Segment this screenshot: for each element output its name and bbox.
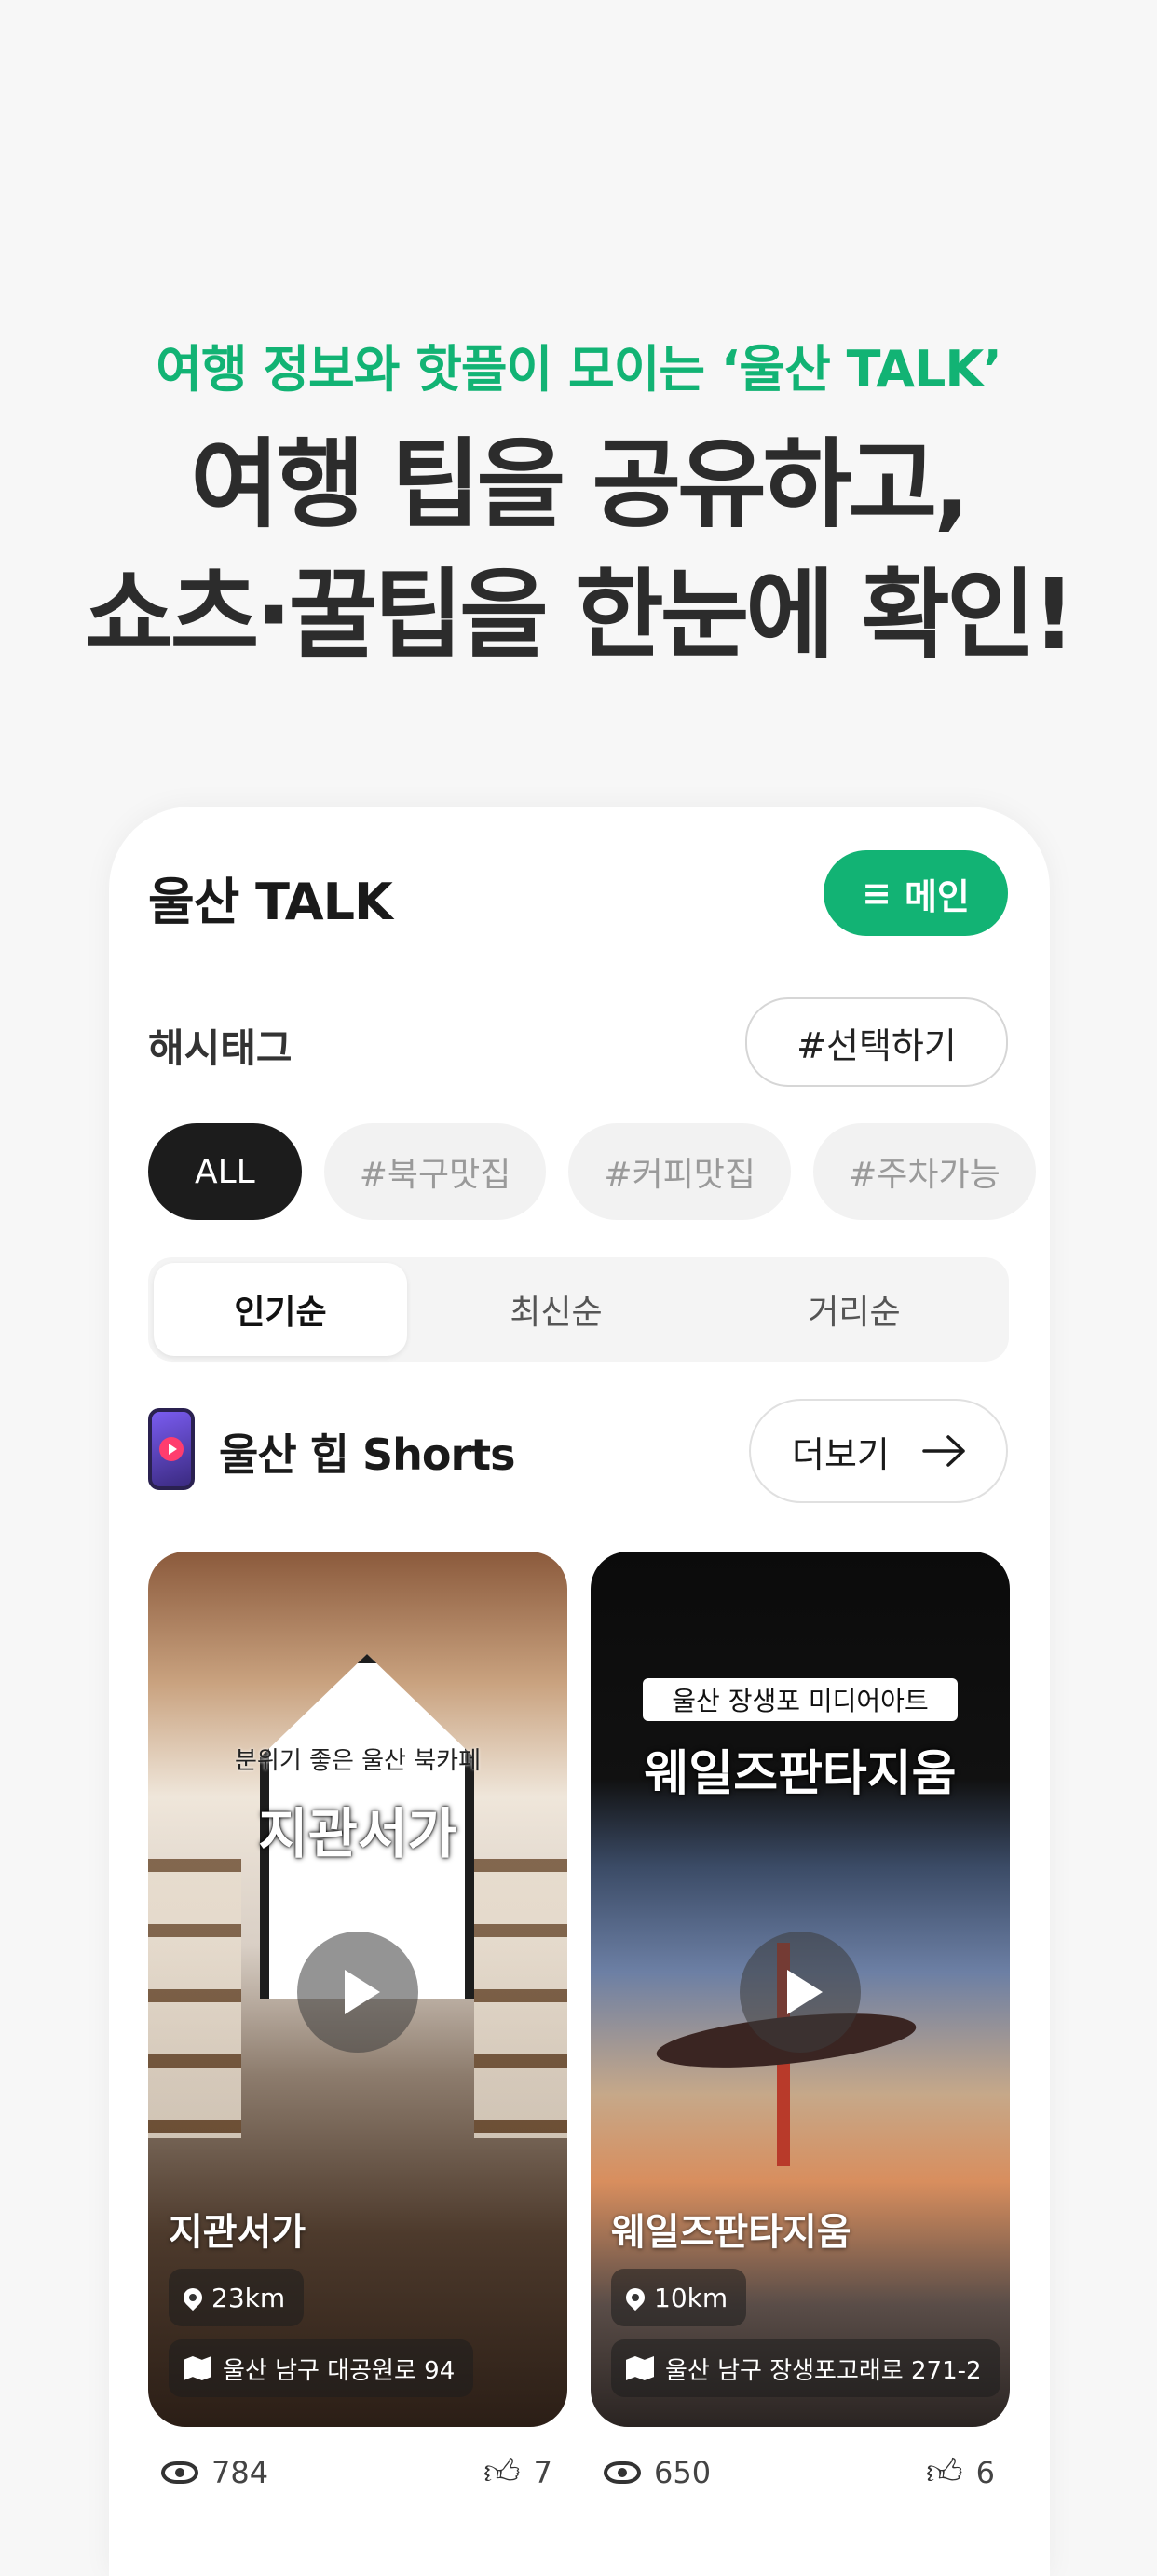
hashtag-chip[interactable]: #북구맛집 [323, 1123, 547, 1220]
thumbnail-bookshelf [474, 1859, 567, 2138]
eye-icon [604, 2461, 641, 2484]
hashtag-chip-all[interactable]: ALL [148, 1123, 302, 1220]
address-value: 울산 남구 대공원로 94 [223, 2356, 456, 2385]
views-count: 650 [654, 2455, 712, 2490]
promo-subheading: 여행 정보와 핫플이 모이는 ‘울산 TALK’ [156, 340, 1002, 399]
thumbnail-caption-small: 분위기 좋은 울산 북카페 [235, 1747, 481, 1775]
views-stat: 650 [604, 2455, 711, 2490]
promo-headline-line-1: 여행 팁을 공유하고, [190, 427, 970, 541]
promo-headline-line-2: 쇼츠·꿀팁을 한눈에 확인! [84, 558, 1076, 671]
like-count: 7 [533, 2455, 552, 2490]
thumbnail-caption-title: 지관서가 [258, 1802, 457, 1865]
sort-tabs: 인기순 최신순 거리순 [148, 1257, 1009, 1362]
thumbnail-caption-title: 웨일즈판타지움 [644, 1746, 957, 1802]
like-stat[interactable]: 👍︎ 6 [926, 2451, 995, 2494]
like-count: 6 [975, 2455, 995, 2490]
distance-badge: 23km [169, 2269, 305, 2326]
address-value: 울산 남구 장생포고래로 271-2 [665, 2356, 982, 2385]
hashtag-chip[interactable]: #커피맛집 [568, 1123, 792, 1220]
app-screen: 울산 TALK ≡ 메인 해시태그 #선택하기 ALL #북구맛집 #커피맛집 … [109, 807, 1050, 2576]
like-stat[interactable]: 👍︎ 7 [483, 2451, 552, 2494]
location-pin-icon [179, 2284, 207, 2312]
address-badge: 울산 남구 장생포고래로 271-2 [611, 2339, 1000, 2397]
shorts-section-title: 울산 힙 Shorts [219, 1430, 516, 1480]
tab-distance[interactable]: 거리순 [705, 1263, 1003, 1356]
hashtag-section-label: 해시태그 [148, 1025, 293, 1071]
map-icon [626, 2356, 654, 2380]
shorts-card[interactable]: 분위기 좋은 울산 북카페 지관서가 지관서가 23km 울산 남구 대공원로 … [148, 1552, 567, 2427]
more-label: 더보기 [792, 1433, 890, 1475]
views-count: 784 [211, 2455, 269, 2490]
play-icon[interactable] [297, 1932, 418, 2053]
map-icon [184, 2356, 211, 2380]
location-pin-icon [621, 2284, 649, 2312]
address-badge: 울산 남구 대공원로 94 [169, 2339, 474, 2397]
app-title: 울산 TALK [148, 873, 393, 931]
hamburger-icon: ≡ [862, 873, 892, 914]
hashtag-chip-list: ALL #북구맛집 #커피맛집 #주차가능 #울 [148, 1123, 1050, 1220]
main-menu-button[interactable]: ≡ 메인 [824, 850, 1008, 936]
distance-value: 10km [654, 2282, 728, 2313]
shorts-card[interactable]: 울산 장생포 미디어아트 웨일즈판타지움 웨일즈판타지움 10km 울산 남구 … [591, 1552, 1010, 2427]
main-menu-label: 메인 [904, 875, 970, 917]
promo-headline: 여행 팁을 공유하고, 쇼츠·꿀팁을 한눈에 확인! [0, 419, 1157, 680]
thumbs-up-icon[interactable]: 👍︎ [926, 2451, 963, 2494]
hashtag-chip[interactable]: #주차가능 [813, 1123, 1036, 1220]
arrow-right-icon [922, 1435, 965, 1467]
distance-badge: 10km [611, 2269, 747, 2326]
card-stats: 784 👍︎ 7 [161, 2451, 552, 2494]
thumbnail-caption-small: 울산 장생포 미디어아트 [643, 1678, 958, 1721]
card-place-name: 지관서가 [169, 2211, 306, 2254]
play-icon[interactable] [740, 1932, 861, 2053]
views-stat: 784 [161, 2455, 268, 2490]
eye-icon [161, 2461, 198, 2484]
tab-latest[interactable]: 최신순 [407, 1263, 705, 1356]
shorts-more-button[interactable]: 더보기 [749, 1399, 1008, 1503]
hashtag-select-button[interactable]: #선택하기 [745, 997, 1008, 1087]
card-place-name: 웨일즈판타지움 [611, 2211, 851, 2254]
phone-play-icon [148, 1408, 195, 1490]
thumbs-up-icon[interactable]: 👍︎ [483, 2451, 521, 2494]
card-stats: 650 👍︎ 6 [604, 2451, 995, 2494]
thumbnail-bookshelf [148, 1859, 241, 2138]
distance-value: 23km [211, 2282, 286, 2313]
tab-popular[interactable]: 인기순 [154, 1263, 407, 1356]
